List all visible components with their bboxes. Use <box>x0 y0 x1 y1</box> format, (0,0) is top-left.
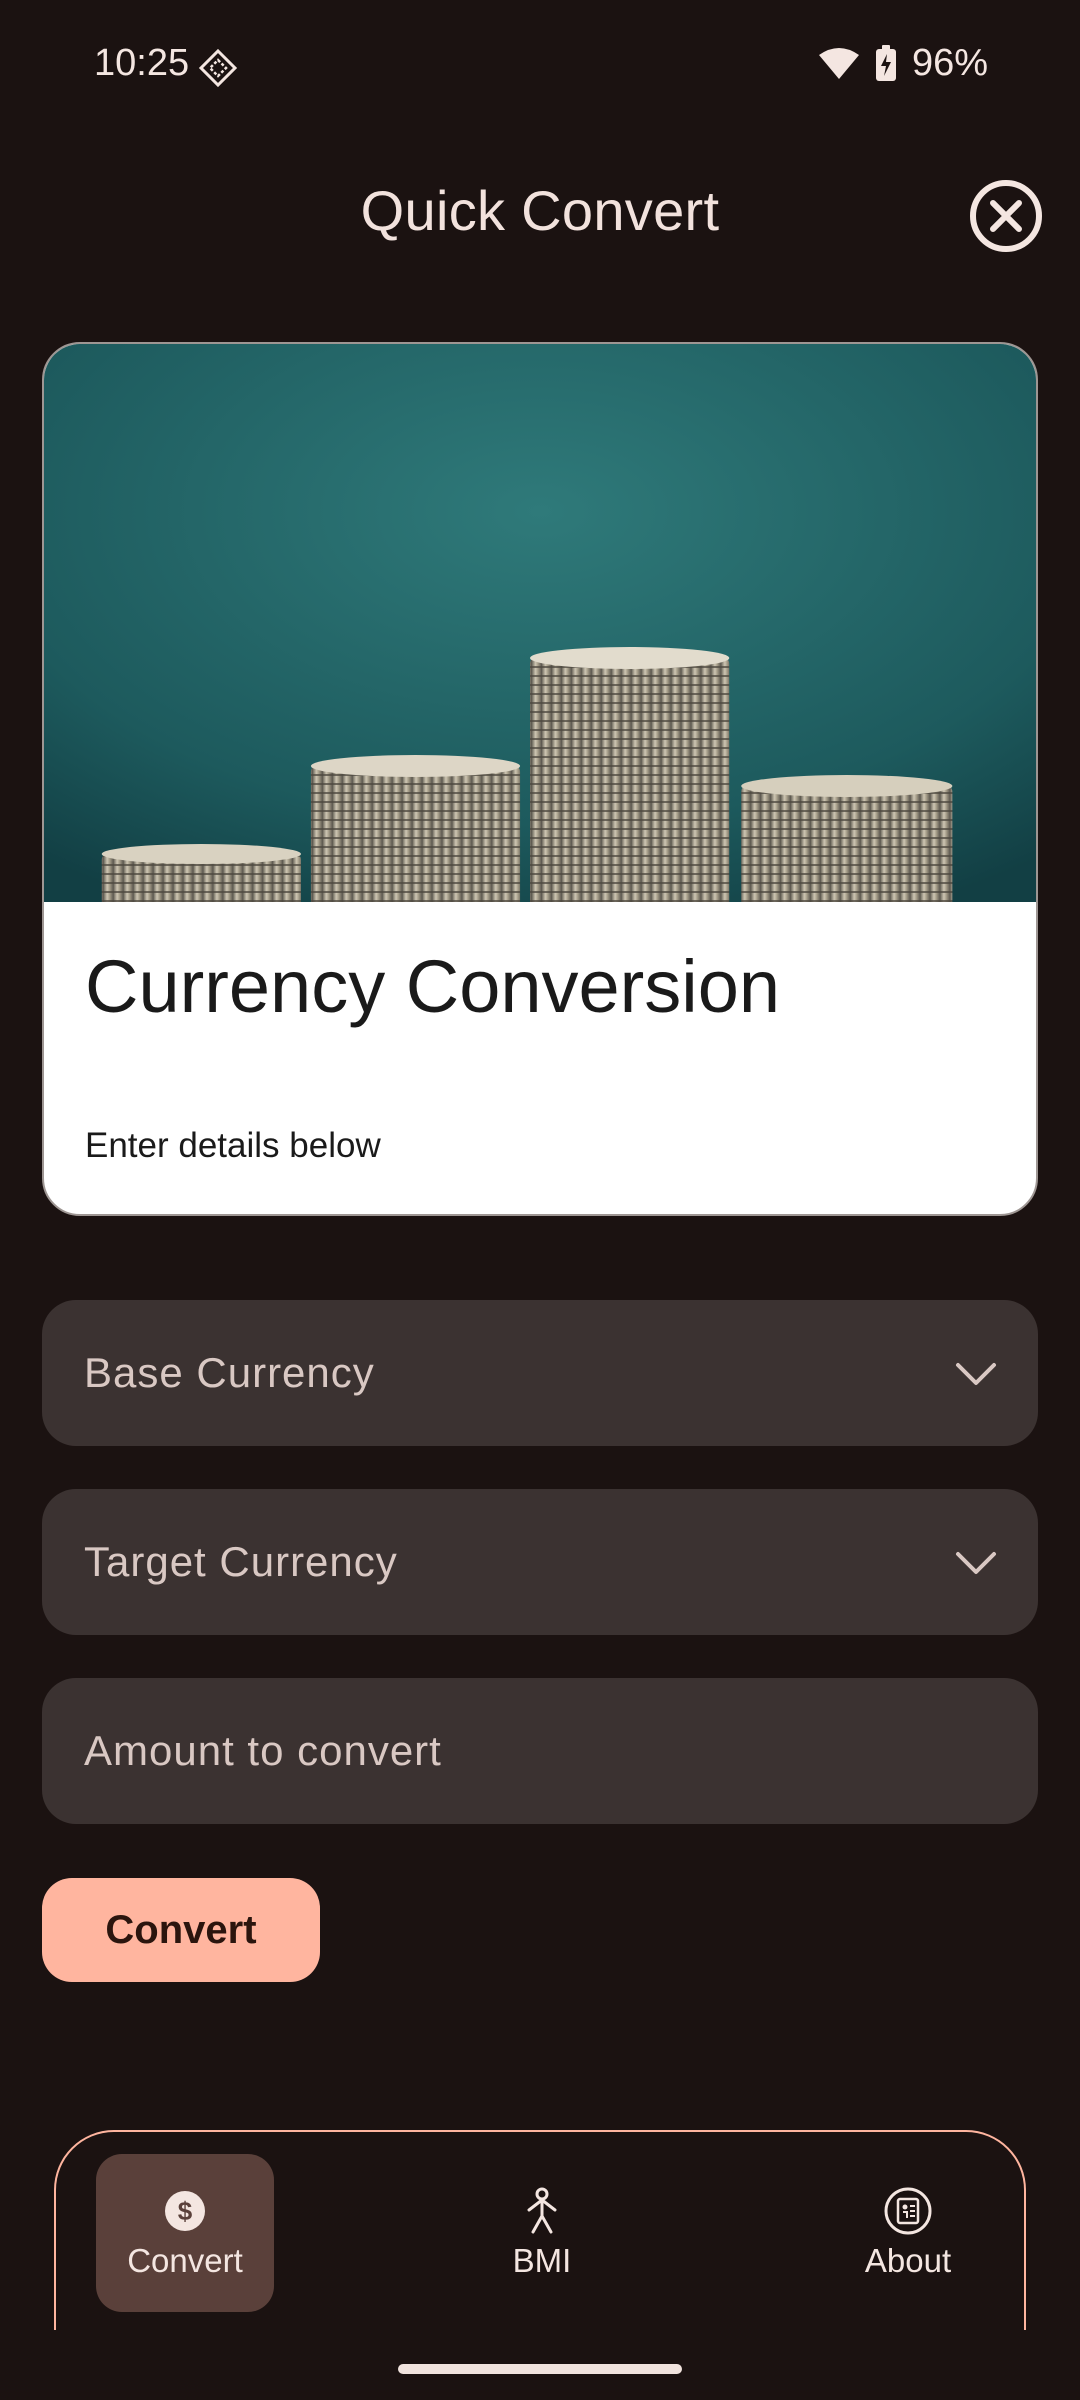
home-indicator[interactable] <box>398 2364 682 2374</box>
status-bar: 10:25 96% <box>0 0 1080 130</box>
battery-charging-icon <box>875 44 896 81</box>
base-currency-label: Base Currency <box>84 1349 375 1396</box>
battery-percent: 96% <box>911 42 988 84</box>
wifi-icon <box>818 47 859 79</box>
base-currency-dropdown[interactable]: Base Currency <box>42 1300 1038 1446</box>
card-title: Currency Conversion <box>85 945 781 1028</box>
status-time: 10:25 <box>94 42 190 84</box>
convert-button[interactable]: Convert <box>42 1878 320 1982</box>
coin-stacks-image <box>44 344 1036 902</box>
location-diamond-icon <box>198 48 238 88</box>
nav-label-convert: Convert <box>127 2242 243 2279</box>
card-subtitle: Enter details below <box>85 1126 381 1165</box>
dollar-icon: $ <box>165 2191 205 2231</box>
target-currency-label: Target Currency <box>84 1538 398 1585</box>
info-book-icon <box>884 2187 932 2235</box>
amount-input[interactable]: Amount to convert <box>42 1678 1038 1824</box>
close-icon[interactable] <box>968 178 1044 254</box>
bottom-navigation: $ Convert BMI About <box>54 2130 1026 2330</box>
person-icon <box>527 2187 557 2234</box>
currency-conversion-card: Currency Conversion Enter details below <box>42 342 1038 1216</box>
nav-label-about: About <box>864 2242 952 2279</box>
target-currency-dropdown[interactable]: Target Currency <box>42 1489 1038 1635</box>
chevron-down-icon <box>956 1552 996 1574</box>
svg-text:$: $ <box>178 2196 193 2226</box>
nav-item-about[interactable]: About <box>818 2154 998 2312</box>
page-title: Quick Convert <box>360 179 720 242</box>
chevron-down-icon <box>956 1363 996 1385</box>
nav-item-bmi[interactable]: BMI <box>452 2154 632 2312</box>
nav-item-convert[interactable]: $ Convert <box>96 2154 274 2312</box>
nav-label-bmi: BMI <box>512 2242 572 2279</box>
amount-placeholder: Amount to convert <box>84 1727 442 1774</box>
